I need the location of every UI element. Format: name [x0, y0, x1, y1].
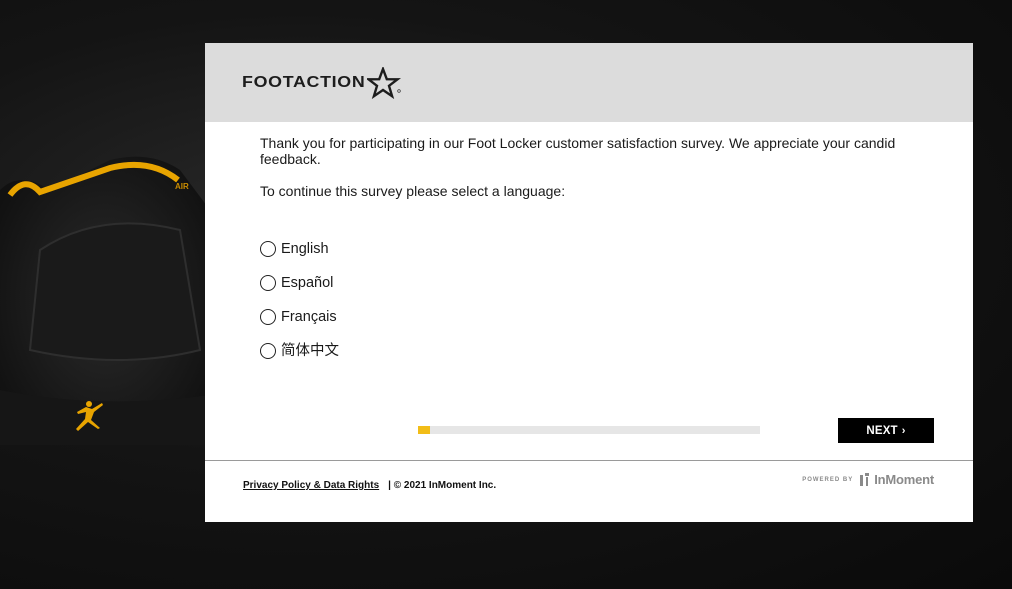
language-label: Français: [281, 309, 337, 325]
inmoment-logo-text: InMoment: [874, 472, 934, 487]
svg-text:AIR: AIR: [175, 182, 189, 191]
language-option-spanish[interactable]: Español: [260, 274, 918, 292]
intro-text: Thank you for participating in our Foot …: [260, 135, 896, 167]
language-option-french[interactable]: Français: [260, 308, 918, 326]
language-option-english[interactable]: English: [260, 240, 918, 258]
language-option-chinese[interactable]: 简体中文: [260, 342, 918, 360]
brand-logo: FOOTACTION: [242, 67, 402, 99]
language-label: Español: [281, 275, 334, 291]
next-button[interactable]: NEXT ›: [838, 418, 934, 443]
survey-header: FOOTACTION: [205, 43, 973, 122]
radio-english[interactable]: [260, 241, 276, 257]
language-options: English Español Français 简体中文: [260, 240, 918, 360]
brand-logo-text: FOOTACTION: [242, 74, 366, 91]
language-label: English: [281, 241, 329, 257]
privacy-policy-link[interactable]: Privacy Policy & Data Rights: [243, 480, 379, 491]
language-label: 简体中文: [281, 343, 339, 359]
progress-bar: [418, 426, 760, 434]
star-icon: [367, 67, 402, 99]
radio-chinese[interactable]: [260, 343, 276, 359]
survey-body: Thank you for participating in our Foot …: [205, 122, 973, 360]
copyright-text: | © 2021 InMoment Inc.: [388, 480, 497, 491]
survey-footer: Privacy Policy & Data Rights | © 2021 In…: [205, 460, 973, 522]
progress-fill: [418, 426, 430, 434]
chevron-right-icon: ›: [901, 424, 906, 437]
language-prompt: To continue this survey please select a …: [260, 183, 566, 199]
powered-by-text: POWERED BY: [802, 476, 854, 483]
inmoment-logo-icon: [860, 472, 870, 486]
radio-spanish[interactable]: [260, 275, 276, 291]
powered-by-logo: POWERED BY InMoment: [802, 472, 934, 487]
radio-french[interactable]: [260, 309, 276, 325]
survey-card: FOOTACTION Thank you for participating i…: [205, 43, 973, 522]
footer-links: Privacy Policy & Data Rights | © 2021 In…: [243, 480, 496, 491]
next-label: NEXT: [866, 424, 898, 437]
